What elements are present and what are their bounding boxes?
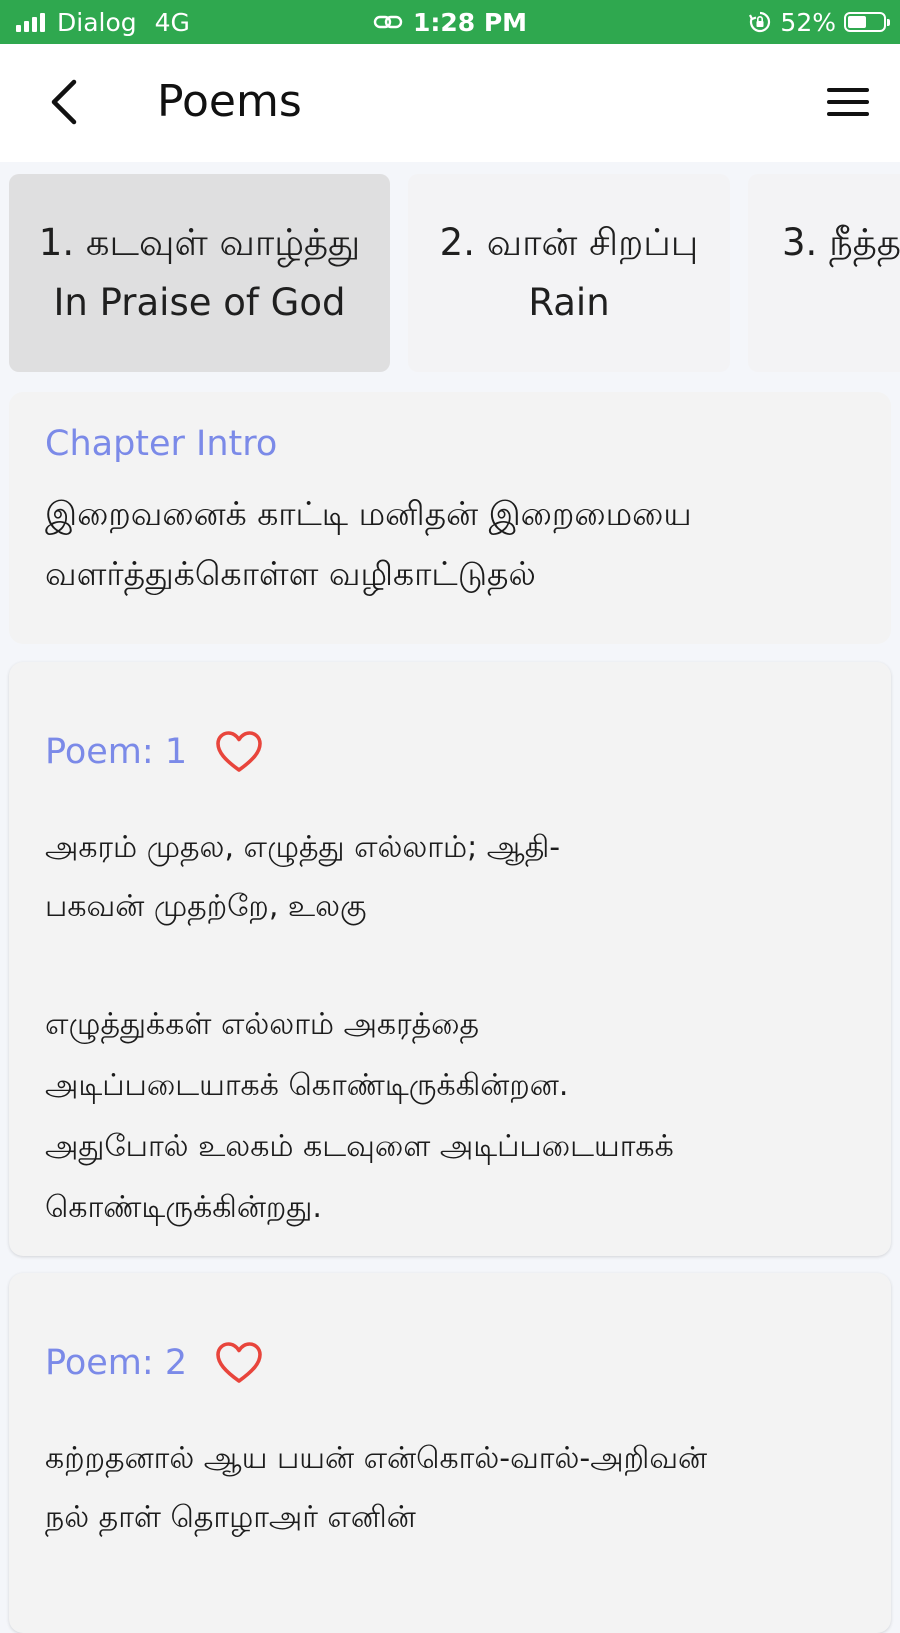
poem-verse-line: பகவன் முதற்றே, உலகு [45,889,367,924]
status-time: 1:28 PM [412,7,528,37]
poem-verse-line: கற்றதனால் ஆய பயன் என்கொல்-வால்-அறிவன் [45,1441,708,1476]
hotspot-link-icon [373,15,403,29]
chapter-intro-card: Chapter Intro இறைவனைக் காட்டி மனிதன் இறை… [9,392,891,644]
chapter-intro-line: வளர்த்துக்கொள்ள வழிகாட்டுதல் [45,554,536,593]
chapter-tab-2[interactable]: 2. வான் சிறப்பு Rain [408,174,730,372]
chapter-tab-3[interactable]: 3. நீத்தா As [748,174,900,372]
heart-outline-icon [216,731,262,772]
chapter-tab-1[interactable]: 1. கடவுள் வாழ்த்து In Praise of God [9,174,390,372]
poem-explanation-line: அதுபோல் உலகம் கடவுளை அடிப்படையாகக் [45,1129,674,1164]
status-bar: Dialog 4G 1:28 PM 52% [0,0,900,44]
poem-verse: அகரம் முதல, எழுத்து எல்லாம்; ஆதி- பகவன் … [45,818,855,936]
poem-card-1[interactable]: Poem: 1 அகரம் முதல, எழுத்து எல்லாம்; ஆதி… [9,662,891,1256]
favorite-button[interactable] [215,730,263,774]
poem-verse-line: நல் தாள் தொழாஅர் எனின் [45,1500,416,1535]
poem-header: Poem: 1 [45,726,855,778]
chapter-intro-line: இறைவனைக் காட்டி மனிதன் இறைமையை [45,494,692,533]
chapter-tab-english: In Praise of God [53,281,346,324]
poem-header: Poem: 2 [45,1337,855,1389]
chapter-intro-text: இறைவனைக் காட்டி மனிதன் இறைமையை வளர்த்துக… [45,484,855,604]
poem-explanation: எழுத்துக்கள் எல்லாம் அகரத்தை அடிப்படையாக… [45,994,855,1238]
chapter-intro-title: Chapter Intro [45,424,278,464]
battery-level-fill [848,16,866,28]
hamburger-menu-icon [827,88,869,116]
poem-verse: கற்றதனால் ஆய பயன் என்கொல்-வால்-அறிவன் நல… [45,1429,855,1547]
back-button[interactable] [36,74,92,130]
chapter-tab-tamil: 2. வான் சிறப்பு [439,221,699,264]
favorite-button[interactable] [215,1341,263,1385]
chapter-tab-tamil: 1. கடவுள் வாழ்த்து [38,221,361,264]
rotation-lock-icon [749,11,771,33]
poem-explanation-line: கொண்டிருக்கின்றது. [45,1190,322,1225]
poem-label: Poem: 1 [45,732,188,772]
chapter-tabs[interactable]: 1. கடவுள் வாழ்த்து In Praise of God 2. வ… [0,162,900,382]
chapter-tab-english: As [782,273,900,333]
page-title: Poems [157,76,302,127]
poem-card-2[interactable]: Poem: 2 கற்றதனால் ஆய பயன் என்கொல்-வால்-அ… [9,1273,891,1633]
back-chevron-icon [51,79,77,125]
chapter-tab-english: Rain [528,281,610,324]
status-bar-right: 52% [748,0,890,44]
menu-button[interactable] [818,74,878,130]
poem-verse-line: அகரம் முதல, எழுத்து எல்லாம்; ஆதி- [45,830,561,865]
poem-explanation-line: அடிப்படையாகக் கொண்டிருக்கின்றன. [45,1068,569,1103]
chapter-tab-tamil: 3. நீத்தா [782,221,900,264]
poem-label: Poem: 2 [45,1343,188,1383]
poem-explanation-line: எழுத்துக்கள் எல்லாம் அகரத்தை [45,1007,480,1042]
heart-outline-icon [216,1342,262,1383]
battery-icon [844,12,890,32]
battery-percent: 52% [780,7,836,37]
app-bar: Poems [0,44,900,162]
